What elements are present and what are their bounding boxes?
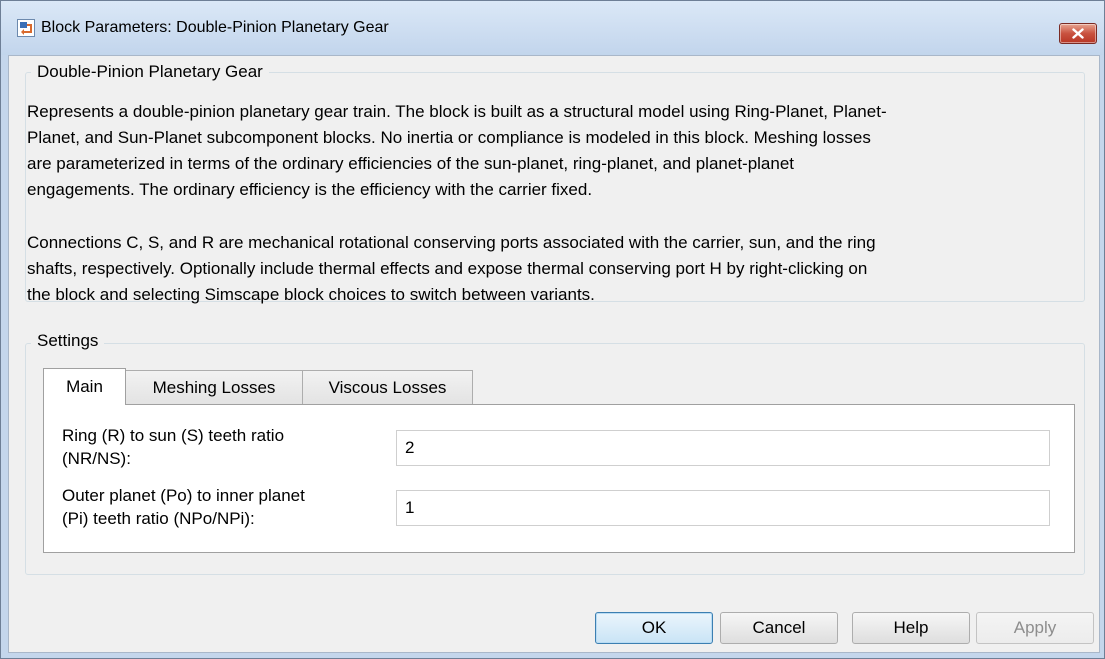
tab-viscous-losses[interactable]: Viscous Losses bbox=[302, 370, 473, 404]
description-line: Planet, and Sun-Planet subcomponent bloc… bbox=[27, 128, 871, 147]
tab-meshing-losses[interactable]: Meshing Losses bbox=[125, 370, 303, 404]
ok-button[interactable]: OK bbox=[595, 612, 713, 644]
description-line: the block and selecting Simscape block c… bbox=[27, 285, 595, 304]
description-line: Represents a double-pinion planetary gea… bbox=[27, 102, 887, 121]
param-label-outer-to-inner-line2: (Pi) teeth ratio (NPo/NPi): bbox=[62, 509, 255, 528]
close-button[interactable] bbox=[1059, 23, 1097, 44]
cancel-button[interactable]: Cancel bbox=[720, 612, 838, 644]
close-icon bbox=[1072, 28, 1084, 39]
title-bar[interactable]: Block Parameters: Double-Pinion Planetar… bbox=[1, 1, 1104, 55]
dialog-client-area: Double-Pinion Planetary Gear Represents … bbox=[8, 55, 1100, 653]
description-line: shafts, respectively. Optionally include… bbox=[27, 259, 868, 278]
tab-main[interactable]: Main bbox=[43, 368, 126, 405]
param-label-ring-to-sun-line2: (NR/NS): bbox=[62, 449, 131, 468]
help-button[interactable]: Help bbox=[852, 612, 970, 644]
outer-to-inner-ratio-input[interactable]: 1 bbox=[396, 490, 1050, 526]
description-line: Connections C, S, and R are mechanical r… bbox=[27, 233, 876, 252]
dialog-window: Block Parameters: Double-Pinion Planetar… bbox=[0, 0, 1105, 659]
tab-panel-main: Ring (R) to sun (S) teeth ratio (NR/NS):… bbox=[43, 404, 1075, 553]
param-label-outer-to-inner-line1: Outer planet (Po) to inner planet bbox=[62, 486, 305, 505]
window-title: Block Parameters: Double-Pinion Planetar… bbox=[41, 19, 389, 36]
param-label-ring-to-sun-line1: Ring (R) to sun (S) teeth ratio bbox=[62, 426, 285, 445]
description-line: engagements. The ordinary efficiency is … bbox=[27, 180, 593, 199]
simulink-block-icon bbox=[17, 19, 35, 37]
settings-group-legend: Settings bbox=[31, 331, 105, 351]
apply-button[interactable]: Apply bbox=[976, 612, 1094, 644]
ring-to-sun-ratio-input[interactable]: 2 bbox=[396, 430, 1050, 466]
description-line: are parameterized in terms of the ordina… bbox=[27, 154, 795, 173]
description-group-legend: Double-Pinion Planetary Gear bbox=[31, 62, 269, 82]
